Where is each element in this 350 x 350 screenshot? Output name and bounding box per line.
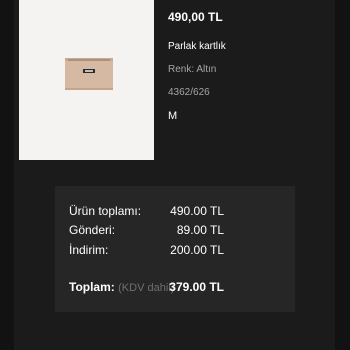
product-code: 4362/626 <box>168 87 210 98</box>
product-size: M <box>168 110 178 122</box>
subtotal-label: Ürün toplamı: <box>69 204 142 218</box>
discount-value: 200.00 TL <box>170 243 224 257</box>
shipping-label: Gönderi: <box>69 223 116 237</box>
total-value: 379.00 TL <box>169 280 224 294</box>
scrollbar-track[interactable] <box>344 0 350 350</box>
product-color: Renk: Altın <box>168 64 217 75</box>
product-price: 490,00 TL <box>168 10 223 24</box>
order-summary: Ürün toplamı: 490.00 TL Gönderi: 89.00 T… <box>55 186 295 312</box>
total-vat-note: (KDV dahil) <box>118 282 175 294</box>
product-thumbnail[interactable] <box>19 0 154 160</box>
product-name[interactable]: Parlak kartlık <box>168 41 226 52</box>
subtotal-value: 490.00 TL <box>170 204 224 218</box>
total-label: Toplam: <box>69 280 115 294</box>
discount-label: İndirim: <box>69 243 109 257</box>
card-holder-image <box>65 58 113 90</box>
shipping-value: 89.00 TL <box>176 223 224 237</box>
total-row: Toplam: (KDV dahil) 379.00 TL <box>69 280 224 294</box>
